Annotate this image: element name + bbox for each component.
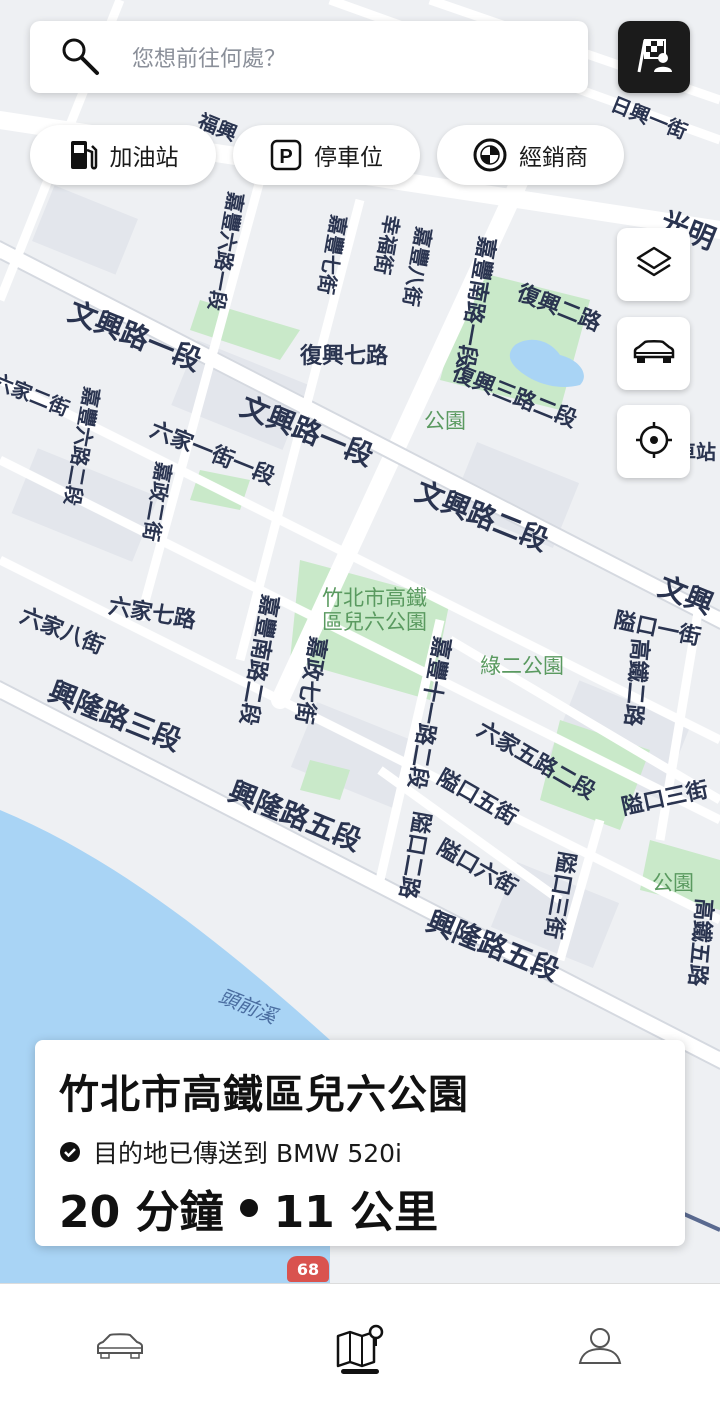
search-placeholder: 您想前往何處？ <box>132 47 287 72</box>
destination-status-text: 目的地已傳送到 BMW 520i <box>93 1139 402 1168</box>
chip-label: 加油站 <box>109 145 179 171</box>
chip-label: 停車位 <box>314 145 383 171</box>
park-label: 公園 <box>424 409 466 433</box>
search-bar[interactable]: 您想前往何處？ <box>30 21 588 93</box>
car-icon <box>631 337 677 371</box>
car-icon <box>94 1329 146 1367</box>
trip-duration: 20 分鐘 <box>59 1187 224 1238</box>
road-label: 復興七路 <box>300 344 389 369</box>
separator-dot <box>239 1199 258 1217</box>
destination-card[interactable]: 竹北市高鐵區兒六公園 目的地已傳送到 BMW 520i 20 分鐘 11 公里 <box>35 1040 685 1246</box>
destination-title: 竹北市高鐵區兒六公園 <box>59 1072 469 1118</box>
bmw-logo-icon <box>473 138 507 172</box>
route-flag-button[interactable] <box>618 21 690 93</box>
layers-icon <box>634 243 674 287</box>
user-icon <box>576 1325 624 1371</box>
active-tab-indicator <box>341 1369 379 1374</box>
map-pin-icon <box>334 1324 386 1372</box>
park-label: 區兒六公園 <box>322 610 427 634</box>
chip-gas-station[interactable]: 加油站 <box>30 125 216 185</box>
trip-distance: 11 公里 <box>273 1187 439 1238</box>
park-label: 綠二公園 <box>480 654 564 678</box>
bottom-navigation <box>0 1283 720 1419</box>
nav-map[interactable] <box>320 1308 400 1388</box>
my-location-button[interactable] <box>617 405 690 478</box>
search-icon <box>60 36 102 78</box>
check-circle-icon <box>59 1141 81 1163</box>
parking-icon: P <box>270 139 302 171</box>
nav-vehicle[interactable] <box>80 1308 160 1388</box>
destination-status: 目的地已傳送到 BMW 520i <box>59 1134 661 1170</box>
chip-parking[interactable]: P 停車位 <box>233 125 420 185</box>
checkered-flag-person-icon <box>633 34 675 80</box>
nav-profile[interactable] <box>560 1308 640 1388</box>
trip-summary: 20 分鐘 11 公里 <box>59 1176 661 1240</box>
highway-shield: 68 <box>287 1256 329 1282</box>
crosshair-icon <box>634 420 674 464</box>
fuel-pump-icon <box>68 138 98 172</box>
svg-text:P: P <box>279 146 292 168</box>
chip-label: 經銷商 <box>519 145 588 171</box>
chip-dealer[interactable]: 經銷商 <box>437 125 624 185</box>
park-label: 公園 <box>652 871 694 895</box>
map-layers-button[interactable] <box>617 228 690 301</box>
road-label: 高鐵五路 <box>683 897 717 988</box>
vehicle-location-button[interactable] <box>617 317 690 390</box>
